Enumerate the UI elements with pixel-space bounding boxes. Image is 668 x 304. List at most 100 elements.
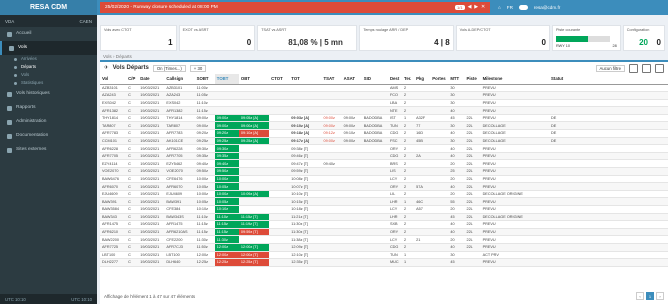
table-cell: 10:07z [T] <box>289 182 322 191</box>
sidebar-item-7[interactable]: Rapports <box>0 101 97 115</box>
column-header[interactable]: OBT <box>238 74 270 85</box>
table-row[interactable]: AFR1475 C 19/03/2021 AFR1475 11:15z 11:15z 11:… <box>100 220 668 229</box>
column-header[interactable]: Milestone <box>480 74 550 85</box>
column-header[interactable]: MTT <box>448 74 465 85</box>
column-header[interactable]: Vol <box>100 74 127 85</box>
column-header[interactable]: CTOT <box>269 74 290 85</box>
column-header[interactable]: Pkg <box>414 74 431 85</box>
prev-icon[interactable]: ◀ <box>468 5 472 10</box>
sidebar-item-5[interactable]: Statistiques <box>0 79 97 87</box>
table-cell: 09:00z <box>341 121 362 131</box>
column-header[interactable]: ASAT <box>341 74 362 85</box>
home-icon[interactable]: ⌂ <box>498 5 501 10</box>
column-filter[interactable]: Aucun filtre <box>595 64 625 72</box>
sidebar-item-4[interactable]: Vols <box>0 71 97 79</box>
sidebar-item-6[interactable]: Vols historiques <box>0 87 97 101</box>
table-row[interactable]: AFR6070 C 19/03/2021 AFR6070 10:05z 10:05z 10:… <box>100 182 668 191</box>
table-cell: PREVU <box>480 84 550 93</box>
sidebar-item-2[interactable]: Arrivées <box>0 55 97 63</box>
column-header[interactable]: TSAT <box>321 74 342 85</box>
table-cell <box>361 190 388 199</box>
table-cell: 40 <box>448 106 465 115</box>
table-row[interactable]: AFR6228 C 19/03/2021 AFR6228 09:30z 09:30z 09:… <box>100 144 668 153</box>
user-menu[interactable]: resa@cdm.fr <box>534 5 560 10</box>
table-cell <box>289 91 322 100</box>
bullet-icon <box>14 73 17 77</box>
table-cell: 19/03/2021 <box>138 129 165 138</box>
table-cell: BADODBA <box>361 114 388 123</box>
column-header[interactable]: Piste <box>464 74 481 85</box>
column-header[interactable]: Statut <box>549 74 668 85</box>
kpi-label: EXOT vs ASRT <box>182 28 209 32</box>
table-row[interactable]: AFR7783 C 19/03/2021 AFR7783 09:20z 09:20z 09:… <box>100 129 668 138</box>
table-cell: PREVU <box>480 167 550 176</box>
table-row[interactable]: AZB3101 C 19/03/2021 AZB3101 11:00z AMS 2 30 PRE… <box>100 84 668 93</box>
export-icon[interactable] <box>642 63 651 73</box>
settings-icon[interactable] <box>629 63 638 73</box>
table-cell <box>214 91 239 100</box>
table-cell <box>321 235 342 244</box>
table-row[interactable]: BAW343 C 19/03/2021 BAW343S 11:10z 11:10z 11:1… <box>100 213 668 222</box>
table-row[interactable]: BAW2200 C 19/03/2021 CFE2200 11:30z 11:30z 11:… <box>100 235 668 244</box>
sidebar-item-10[interactable]: Sites externes <box>0 143 97 157</box>
range-filter[interactable]: + 30 <box>189 64 207 72</box>
table-row[interactable]: AFR1382 C 19/03/2021 AFR1382 11:15z NTE 2 40 PRE… <box>100 106 668 115</box>
next-page-button[interactable]: › <box>656 292 664 300</box>
column-header[interactable]: Callsign <box>164 74 195 85</box>
table-row[interactable]: VOE2070 C 19/03/2021 VOE2070 09:50z 09:50z 09:… <box>100 167 668 176</box>
next-icon[interactable]: ▶ <box>474 5 478 10</box>
lang-selector[interactable]: FR <box>507 5 513 10</box>
table-row[interactable]: EZY4114 C 19/03/2021 EZY5462 09:40z 09:40z 09:… <box>100 159 668 169</box>
table-row[interactable]: BAW391 C 19/03/2021 BAW391 10:05z 10:05z 10:15… <box>100 197 668 206</box>
alert-banner[interactable]: 25/02/2020 - Runway closure scheduled at… <box>100 2 490 13</box>
sidebar-item-9[interactable]: Documentation <box>0 129 97 143</box>
table-row[interactable]: LBT100 C 19/03/2021 LBT100 12:00z 12:00z 12:00… <box>100 251 668 260</box>
app-logo[interactable]: RESA CDM <box>0 0 97 15</box>
table-cell: 12:35z [T] <box>289 258 322 267</box>
column-header[interactable]: Ter. <box>402 74 415 85</box>
column-header[interactable]: SID <box>361 74 388 85</box>
sidebar-item-1[interactable]: Vols <box>0 41 97 55</box>
column-header[interactable]: TOT <box>289 74 322 85</box>
time-filter[interactable]: On (Times...) <box>152 64 186 72</box>
table-cell: 12:00z [T] <box>238 251 270 260</box>
table-cell: TUN <box>387 121 403 131</box>
table-cell: BAW343S <box>164 213 195 222</box>
table-row[interactable]: AFR7705 C 19/03/2021 AFR7705 09:35z 09:35z 09:… <box>100 152 668 161</box>
close-icon[interactable]: ✕ <box>481 5 485 10</box>
column-header[interactable]: Date <box>138 74 165 85</box>
sidebar-item-8[interactable]: Administration <box>0 115 97 129</box>
column-header[interactable]: SOBT <box>194 74 215 85</box>
table-info: Affichage de l'élément 1 à 47 sur 47 élé… <box>104 293 196 299</box>
column-header[interactable]: Portes <box>430 74 449 85</box>
table-row[interactable]: CCM101 C 19/03/2021 AK101CE 09:25z 09:25z 09:2… <box>100 137 668 146</box>
table-cell <box>414 251 431 260</box>
table-row[interactable]: EXS042 C 19/03/2021 EXS042 11:10z LBA 2 30 PREVU <box>100 99 668 108</box>
table-cell <box>269 190 290 199</box>
sidebar-item-3[interactable]: Départs <box>0 63 97 71</box>
table-row[interactable]: BAW3584 C 19/03/2021 CFE384 10:10z 10:10z 10:1… <box>100 205 668 214</box>
theme-toggle[interactable] <box>518 5 528 10</box>
table-row[interactable]: DLH2277 C 19/03/2021 DLH640 12:25z 12:25z 12:2… <box>100 258 668 267</box>
column-header[interactable]: Dest <box>387 74 403 85</box>
prev-page-button[interactable]: ‹ <box>636 292 644 300</box>
table-row[interactable]: EJU4609 C 19/03/2021 EJU4609 10:00z 10:00z 10:… <box>100 190 668 199</box>
table-row[interactable]: BAW6476 C 19/03/2021 CFE6476 10:00z 10:00z 10:… <box>100 175 668 184</box>
column-header[interactable]: TOBT <box>214 74 239 85</box>
table-cell <box>549 144 668 153</box>
table-row[interactable]: THY1814 C 19/03/2021 THY1814 09:00z 09:00z 09:… <box>100 114 668 123</box>
refresh-icon[interactable] <box>655 63 664 73</box>
kpi-label: TSAT vs ASRT <box>261 28 287 32</box>
table-cell: C <box>126 258 139 267</box>
table-row[interactable]: AZA243 C 19/03/2021 AZA243 11:05z FCO 2 30 PREVU <box>100 91 668 100</box>
table-row[interactable]: TAR807 C 19/03/2021 TAR807 09:00z 09:00z 09:00… <box>100 121 668 131</box>
table-cell: 2 <box>402 228 415 237</box>
column-header[interactable]: C/P <box>126 74 139 85</box>
table-cell: 10:00z <box>214 190 239 199</box>
table-row[interactable]: AFR6210 C 19/03/2021 AFR6210AS 11:15z 11:15z 0… <box>100 228 668 237</box>
table-cell <box>361 258 388 267</box>
table-cell <box>341 220 362 229</box>
page-button[interactable]: 1 <box>646 292 654 300</box>
table-row[interactable]: AFR7725 C 19/03/2021 AFR7CJ3 11:50z 12:00z 12:… <box>100 243 668 252</box>
sidebar-item-0[interactable]: Accueil <box>0 27 97 41</box>
